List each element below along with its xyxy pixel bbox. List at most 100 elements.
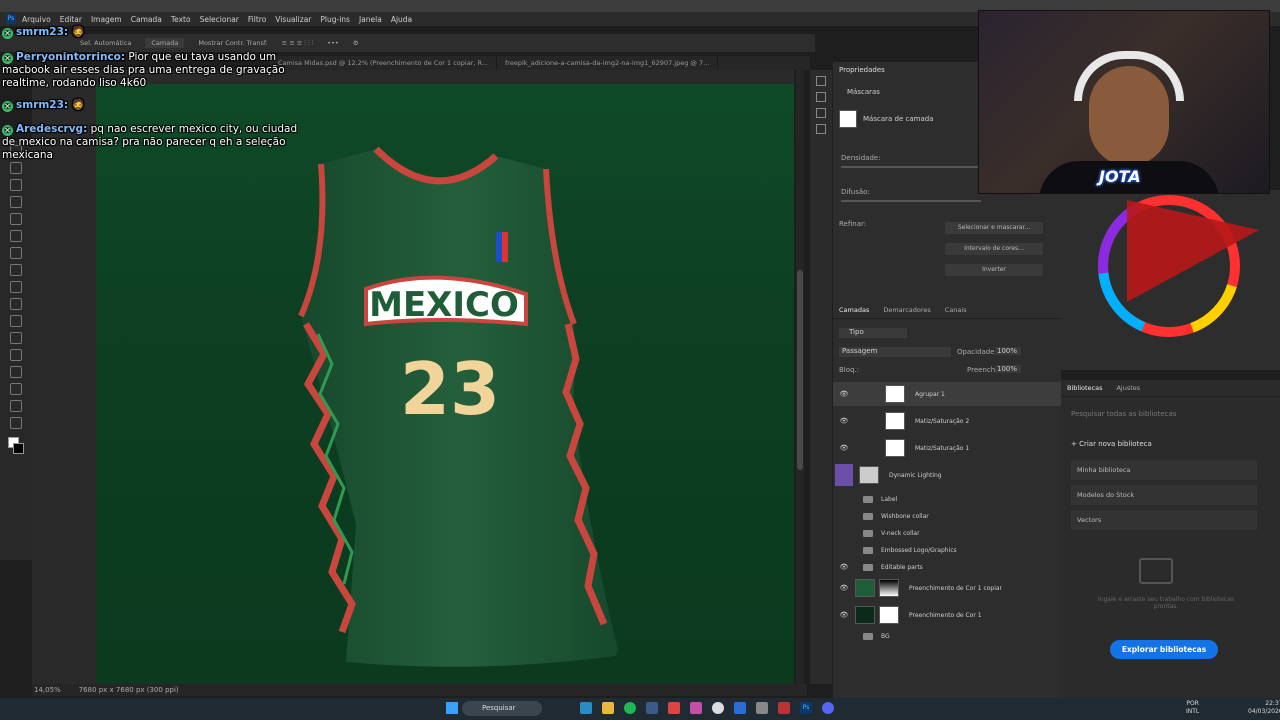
- more-options-icon[interactable]: •••: [327, 39, 339, 47]
- dodge-tool-icon[interactable]: [10, 315, 22, 327]
- layer-row[interactable]: 👁 Preenchimento de Cor 1 copiar: [833, 576, 1061, 600]
- menu-arquivo[interactable]: Arquivo: [22, 15, 51, 24]
- layer-name: Editable parts: [881, 563, 923, 571]
- blend-mode-dropdown[interactable]: Passagem: [839, 347, 951, 357]
- gear-icon[interactable]: ⚙: [353, 39, 359, 47]
- menu-selecionar[interactable]: Selecionar: [200, 15, 239, 24]
- windows-start-icon[interactable]: [446, 702, 458, 714]
- fill-field[interactable]: 100%: [995, 365, 1021, 373]
- layer-row[interactable]: 👁 Editable parts: [833, 560, 1061, 574]
- density-slider[interactable]: [841, 166, 981, 168]
- tab-adjustments[interactable]: Ajustes: [1116, 384, 1140, 392]
- history-brush-icon[interactable]: [10, 247, 22, 259]
- app-icon[interactable]: [690, 702, 702, 714]
- invert-button[interactable]: Inverter: [945, 264, 1043, 276]
- menu-editar[interactable]: Editar: [60, 15, 82, 24]
- layer-name: Matiz/Saturação 2: [915, 417, 970, 425]
- stamp-tool-icon[interactable]: [10, 230, 22, 242]
- gradient-tool-icon[interactable]: [10, 281, 22, 293]
- path-select-icon[interactable]: [10, 366, 22, 378]
- menu-janela[interactable]: Janela: [359, 15, 382, 24]
- app-icon-2[interactable]: [778, 702, 790, 714]
- discord-icon[interactable]: [822, 702, 834, 714]
- layer-row[interactable]: V-neck collar: [833, 526, 1061, 540]
- settings-icon[interactable]: [756, 702, 768, 714]
- explore-libraries-button[interactable]: Explorar bibliotecas: [1110, 640, 1218, 659]
- steam-icon[interactable]: [646, 702, 658, 714]
- type-tool-icon[interactable]: [10, 349, 22, 361]
- zoom-tool-icon[interactable]: [10, 417, 22, 429]
- character-panel-icon[interactable]: [816, 108, 826, 118]
- document-canvas[interactable]: MEXICO 23: [96, 84, 794, 684]
- menu-imagem[interactable]: Imagem: [91, 15, 122, 24]
- menu-ajuda[interactable]: Ajuda: [391, 15, 412, 24]
- chrome-icon[interactable]: [668, 702, 680, 714]
- menu-texto[interactable]: Texto: [171, 15, 191, 24]
- menu-visualizar[interactable]: Visualizar: [275, 15, 311, 24]
- hand-tool-icon[interactable]: [10, 400, 22, 412]
- layer-row[interactable]: Wishbone collar: [833, 509, 1061, 523]
- taskbar-clock[interactable]: 22:3704/03/2026: [1248, 700, 1280, 716]
- create-library-button[interactable]: + Criar nova biblioteca: [1071, 440, 1152, 448]
- layer-row[interactable]: Dynamic Lighting: [833, 463, 1061, 487]
- zoom-level[interactable]: 14,05%: [34, 686, 61, 694]
- file-explorer-icon[interactable]: [602, 702, 614, 714]
- library-item[interactable]: Modelos do Stock: [1071, 485, 1257, 505]
- fill-thumbnail: [855, 606, 875, 624]
- tab-libraries[interactable]: Bibliotecas: [1067, 384, 1102, 392]
- taskbar-search[interactable]: Pesquisar: [462, 701, 542, 716]
- photoshop-taskbar-icon[interactable]: Ps: [800, 702, 812, 714]
- spotify-icon[interactable]: [624, 702, 636, 714]
- blur-tool-icon[interactable]: [10, 298, 22, 310]
- visibility-eye-icon[interactable]: 👁: [839, 417, 849, 425]
- mail-icon[interactable]: [734, 702, 746, 714]
- layer-row[interactable]: 👁 Preenchimento de Cor 1: [833, 603, 1061, 627]
- library-item[interactable]: Vectors: [1071, 510, 1257, 530]
- visibility-eye-icon[interactable]: 👁: [839, 390, 849, 398]
- tab-freepik[interactable]: freepik_adicione-a-camisa-da-img2-na-img…: [497, 56, 719, 70]
- tab-layers[interactable]: Camadas: [839, 306, 869, 314]
- color-range-button[interactable]: Intervalo de cores...: [945, 243, 1043, 255]
- layer-row[interactable]: 👁 Matiz/Saturação 1: [833, 436, 1061, 460]
- layer-mask-thumbnail[interactable]: [839, 110, 857, 128]
- visibility-eye-icon[interactable]: 👁: [839, 563, 849, 571]
- library-search-input[interactable]: Pesquisar todas as bibliotecas: [1071, 410, 1176, 418]
- visibility-eye-icon[interactable]: 👁: [839, 584, 849, 592]
- feather-slider[interactable]: [841, 200, 981, 202]
- visibility-eye-icon[interactable]: 👁: [839, 444, 849, 452]
- eraser-tool-icon[interactable]: [10, 264, 22, 276]
- mask-thumbnail: [879, 579, 899, 597]
- canvas-vertical-scrollbar[interactable]: [796, 70, 804, 684]
- visibility-eye-icon[interactable]: 👁: [839, 611, 849, 619]
- history-panel-icon[interactable]: [816, 76, 826, 86]
- select-and-mask-button[interactable]: Selecionar e mascarar...: [945, 222, 1043, 234]
- layer-row[interactable]: Label: [833, 492, 1061, 506]
- paragraph-panel-icon[interactable]: [816, 124, 826, 134]
- crop-tool-icon[interactable]: [10, 162, 22, 174]
- menu-filtro[interactable]: Filtro: [248, 15, 266, 24]
- layer-row[interactable]: BG: [833, 629, 1061, 643]
- eyedropper-tool-icon[interactable]: [10, 179, 22, 191]
- library-item[interactable]: Minha biblioteca: [1071, 460, 1257, 480]
- brush-tool-icon[interactable]: [10, 213, 22, 225]
- healing-tool-icon[interactable]: [10, 196, 22, 208]
- layer-kind-filter[interactable]: Tipo: [839, 328, 907, 338]
- tab-paths[interactable]: Demarcadores: [883, 306, 930, 314]
- adjustments-panel-icon[interactable]: [816, 92, 826, 102]
- shape-tool-icon[interactable]: [10, 383, 22, 395]
- pen-tool-icon[interactable]: [10, 332, 22, 344]
- layer-row[interactable]: Embossed Logo/Graphics: [833, 543, 1061, 557]
- layer-row[interactable]: 👁 Matiz/Saturação 2: [833, 409, 1061, 433]
- layer-name: Agrupar 1: [915, 390, 945, 398]
- tab-channels[interactable]: Canais: [945, 306, 967, 314]
- layer-row[interactable]: 👁 Agrupar 1: [833, 382, 1061, 406]
- obs-icon[interactable]: [712, 702, 724, 714]
- menu-camada[interactable]: Camada: [131, 15, 162, 24]
- menu-plugins[interactable]: Plug-ins: [320, 15, 350, 24]
- edge-icon[interactable]: [580, 702, 592, 714]
- color-swatches[interactable]: [6, 435, 26, 459]
- input-language[interactable]: POR INTL: [1186, 700, 1199, 716]
- opacity-field[interactable]: 100%: [995, 347, 1021, 355]
- color-wheel[interactable]: [1061, 190, 1280, 370]
- layer-name: V-neck collar: [881, 529, 920, 537]
